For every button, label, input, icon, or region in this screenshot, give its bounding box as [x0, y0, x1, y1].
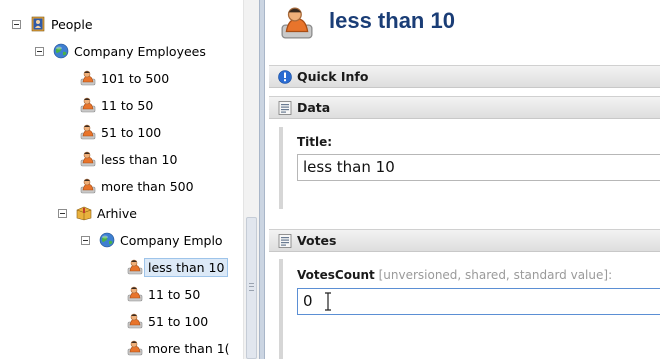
collapse-toggle-icon[interactable] — [58, 208, 67, 218]
person-orange-icon — [80, 97, 96, 113]
section-data[interactable]: Data — [269, 96, 660, 119]
title-input[interactable]: less than 10 — [297, 154, 660, 181]
editor-header: less than 10 — [265, 0, 660, 60]
tree-item-company-employees[interactable]: Company Employees — [35, 40, 206, 62]
tree-item-archive-company-employees[interactable]: Company Emplo — [81, 229, 223, 251]
title-field-label: Title: — [297, 135, 333, 149]
tree-item-label: more than 1( — [148, 340, 230, 356]
people-book-icon — [30, 16, 46, 32]
content-tree: People Company Employees 101 to 500 11 t… — [0, 0, 243, 359]
section-votes[interactable]: Votes — [269, 229, 660, 252]
tree-item-label: 101 to 500 — [101, 70, 170, 86]
tree-item-archive-less-than-10[interactable]: less than 10 — [127, 256, 229, 278]
globe-icon — [99, 232, 115, 248]
person-orange-icon — [127, 340, 143, 356]
title-field-group: Title: less than 10 — [279, 127, 660, 209]
info-icon — [278, 69, 292, 84]
votes-label-text: VotesCount — [297, 268, 375, 282]
person-orange-icon — [280, 5, 314, 41]
votes-count-input[interactable]: 0 — [297, 288, 660, 315]
tree-item-11-to-50[interactable]: 11 to 50 — [80, 94, 153, 116]
text-cursor-icon — [325, 292, 331, 311]
section-label: Quick Info — [297, 69, 369, 84]
tree-item-label: Company Employees — [74, 43, 206, 59]
votes-field-group: VotesCount [unversioned, shared, standar… — [279, 259, 660, 359]
person-orange-icon — [127, 313, 143, 329]
content-editor: less than 10 Quick Info Data Title: less… — [265, 0, 660, 359]
tree-item-archive-more-than[interactable]: more than 1( — [127, 337, 230, 359]
tree-item-101-to-500[interactable]: 101 to 500 — [80, 67, 169, 89]
tree-item-people[interactable]: People — [12, 13, 93, 35]
collapse-toggle-icon[interactable] — [35, 46, 44, 56]
person-orange-icon — [80, 178, 96, 194]
votes-field-label: VotesCount [unversioned, shared, standar… — [297, 268, 612, 282]
tree-item-arhive[interactable]: Arhive — [58, 202, 137, 224]
section-label: Votes — [297, 233, 337, 248]
scrollbar-thumb[interactable] — [246, 217, 257, 359]
tree-item-label: less than 10 — [101, 151, 178, 167]
tree-item-label: Arhive — [97, 205, 137, 221]
tree-item-label: more than 500 — [101, 178, 194, 194]
tree-item-label: 11 to 50 — [101, 97, 154, 113]
document-icon — [278, 101, 292, 115]
person-orange-icon — [127, 259, 143, 275]
section-label: Data — [297, 100, 331, 115]
person-orange-icon — [80, 124, 96, 140]
tree-item-archive-11-to-50[interactable]: 11 to 50 — [127, 283, 200, 305]
tree-item-label: 51 to 100 — [101, 124, 162, 140]
tree-item-label: less than 10 — [144, 257, 229, 277]
box-icon — [76, 205, 92, 221]
tree-item-archive-51-to-100[interactable]: 51 to 100 — [127, 310, 208, 332]
globe-icon — [53, 43, 69, 59]
collapse-toggle-icon[interactable] — [12, 19, 21, 29]
tree-item-label: Company Emplo — [120, 232, 223, 248]
item-title: less than 10 — [329, 8, 455, 33]
person-orange-icon — [127, 286, 143, 302]
tree-item-less-than-10[interactable]: less than 10 — [80, 148, 177, 170]
document-icon — [278, 234, 292, 248]
votes-count-value: 0 — [303, 292, 313, 310]
tree-item-label: 51 to 100 — [148, 313, 209, 329]
votes-field-hint: [unversioned, shared, standard value]: — [374, 268, 613, 282]
scrollbar-grip-icon — [249, 283, 254, 291]
person-orange-icon — [80, 70, 96, 86]
tree-item-label: 11 to 50 — [148, 286, 201, 302]
section-quick-info[interactable]: Quick Info — [269, 65, 660, 88]
tree-item-label: People — [51, 16, 93, 32]
person-orange-icon — [80, 151, 96, 167]
tree-item-more-than-500[interactable]: more than 500 — [80, 175, 194, 197]
collapse-toggle-icon[interactable] — [81, 235, 90, 245]
tree-scrollbar[interactable] — [243, 0, 259, 359]
tree-item-51-to-100[interactable]: 51 to 100 — [80, 121, 161, 143]
